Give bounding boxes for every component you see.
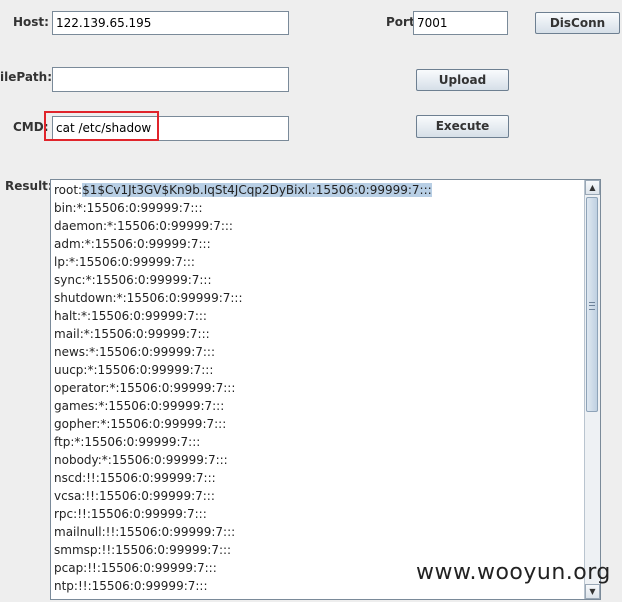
filepath-label: ilePath: [0,70,53,84]
result-line: nobody:*:15506:0:99999:7::: [54,453,228,467]
selected-text: $1$Cv1Jt3GV$Kn9b.IqSt4JCqp2DyBixl.:15506… [82,183,432,197]
result-textarea[interactable]: root:$1$Cv1Jt3GV$Kn9b.IqSt4JCqp2DyBixl.:… [50,179,601,600]
result-line: smmsp:!!:15506:0:99999:7::: [54,543,232,557]
result-line: root:$1$Cv1Jt3GV$Kn9b.IqSt4JCqp2DyBixl.:… [54,181,583,199]
result-line: adm:*:15506:0:99999:7::: [54,237,211,251]
result-label: Result: [5,179,53,193]
result-line: nscd:!!:15506:0:99999:7::: [54,471,216,485]
upload-button[interactable]: Upload [416,69,509,91]
result-text: root:$1$Cv1Jt3GV$Kn9b.IqSt4JCqp2DyBixl.:… [54,181,583,595]
highlight-box [44,111,159,141]
scroll-up-icon[interactable]: ▲ [585,180,600,195]
scroll-down-icon[interactable]: ▼ [585,584,600,599]
host-label: Host: [13,15,49,29]
scroll-thumb[interactable] [586,197,598,412]
result-line: news:*:15506:0:99999:7::: [54,345,216,359]
vertical-scrollbar[interactable]: ▲ ▼ [584,180,600,599]
result-line: rpc:!!:15506:0:99999:7::: [54,507,207,521]
result-line: uucp:*:15506:0:99999:7::: [54,363,214,377]
disconnect-button[interactable]: DisConn [535,12,620,34]
result-line: shutdown:*:15506:0:99999:7::: [54,291,243,305]
result-line: daemon:*:15506:0:99999:7::: [54,219,233,233]
port-input[interactable]: 7001 [413,11,508,35]
filepath-input[interactable] [52,67,289,92]
watermark: www.wooyun.org [416,560,611,585]
result-line: halt:*:15506:0:99999:7::: [54,309,207,323]
result-line: bin:*:15506:0:99999:7::: [54,201,203,215]
result-line-prefix: root: [54,183,83,197]
result-line: vcsa:!!:15506:0:99999:7::: [54,489,215,503]
result-line: operator:*:15506:0:99999:7::: [54,381,236,395]
result-line: games:*:15506:0:99999:7::: [54,399,225,413]
result-line: gopher:*:15506:0:99999:7::: [54,417,227,431]
result-line: lp:*:15506:0:99999:7::: [54,255,195,269]
result-line: sync:*:15506:0:99999:7::: [54,273,212,287]
host-input[interactable]: 122.139.65.195 [52,11,289,35]
execute-button[interactable]: Execute [416,115,509,138]
result-line: mail:*:15506:0:99999:7::: [54,327,210,341]
result-line: ftp:*:15506:0:99999:7::: [54,435,201,449]
grip-icon [589,301,595,310]
result-line: mailnull:!!:15506:0:99999:7::: [54,525,236,539]
